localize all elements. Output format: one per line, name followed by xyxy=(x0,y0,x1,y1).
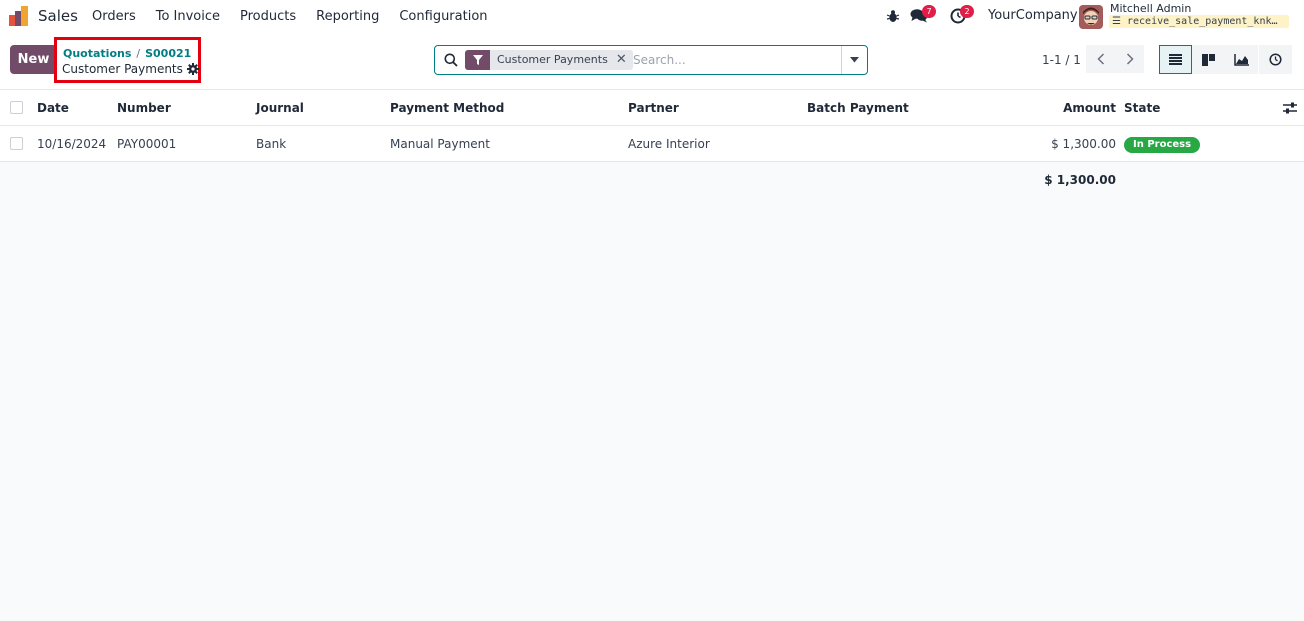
list-view-button[interactable] xyxy=(1159,45,1192,74)
breadcrumb-path: Quotations / S00021 xyxy=(63,47,191,60)
search-input[interactable] xyxy=(633,50,838,70)
facet-text: Customer Payments xyxy=(497,53,608,66)
pager-previous-button[interactable] xyxy=(1086,45,1115,73)
row-checkbox[interactable] xyxy=(10,137,23,150)
breadcrumb-item-order[interactable]: S00021 xyxy=(145,47,191,60)
payments-list: Date Number Journal Payment Method Partn… xyxy=(0,90,1304,196)
cell-payment-method: Manual Payment xyxy=(390,137,490,151)
kanban-view-icon xyxy=(1202,53,1215,66)
app-name[interactable]: Sales xyxy=(38,7,78,25)
filter-icon xyxy=(465,50,490,70)
page-title: Customer Payments xyxy=(62,62,199,76)
user-avatar-icon xyxy=(1079,5,1103,29)
table-row[interactable]: 10/16/2024 PAY00001 Bank Manual Payment … xyxy=(0,126,1304,162)
database-name: ☰ receive_sale_payment_knk… xyxy=(1109,15,1289,28)
menu-item-orders[interactable]: Orders xyxy=(92,9,136,24)
menu-item-reporting[interactable]: Reporting xyxy=(316,9,379,24)
cell-partner: Azure Interior xyxy=(628,137,710,151)
cell-date: 10/16/2024 xyxy=(37,137,107,151)
caret-down-icon xyxy=(850,57,859,63)
page-title-label: Customer Payments xyxy=(62,62,183,76)
column-header-amount[interactable]: Amount xyxy=(1063,90,1116,126)
sales-app-logo-icon[interactable] xyxy=(9,6,31,26)
breadcrumb-separator: / xyxy=(136,47,141,60)
graph-view-button[interactable] xyxy=(1225,45,1258,74)
search-bar: Customer Payments ✕ xyxy=(434,45,868,75)
user-name[interactable]: Mitchell Admin xyxy=(1110,2,1191,15)
main-menu: Orders To Invoice Products Reporting Con… xyxy=(92,0,508,33)
cell-number: PAY00001 xyxy=(117,137,177,151)
cell-journal: Bank xyxy=(256,137,287,151)
menu-item-configuration[interactable]: Configuration xyxy=(399,9,487,24)
top-navbar: Sales Orders To Invoice Products Reporti… xyxy=(0,0,1304,33)
kanban-view-button[interactable] xyxy=(1192,45,1225,74)
column-header-state[interactable]: State xyxy=(1124,90,1160,126)
new-button[interactable]: New xyxy=(10,45,57,74)
breadcrumb: Quotations / S00021 Customer Payments xyxy=(54,37,201,83)
search-options-toggle[interactable] xyxy=(841,46,867,74)
select-all-checkbox[interactable] xyxy=(10,101,23,114)
table-total-row: $ 1,300.00 xyxy=(0,162,1304,196)
column-header-date[interactable]: Date xyxy=(37,90,69,126)
activities-count-badge: 2 xyxy=(960,5,974,18)
control-panel: New Quotations / S00021 Customer Payments xyxy=(0,33,1304,90)
clock-icon xyxy=(1269,53,1282,66)
search-facet: Customer Payments ✕ xyxy=(465,50,633,70)
messages-count-badge: 7 xyxy=(922,5,936,18)
menu-item-products[interactable]: Products xyxy=(240,9,296,24)
table-header-row: Date Number Journal Payment Method Partn… xyxy=(0,90,1304,126)
search-facet-label: Customer Payments ✕ xyxy=(490,50,633,70)
column-header-payment-method[interactable]: Payment Method xyxy=(390,90,504,126)
column-header-journal[interactable]: Journal xyxy=(256,90,304,126)
search-icon[interactable] xyxy=(444,53,458,67)
company-switcher[interactable]: YourCompany xyxy=(988,8,1078,23)
pager-next-button[interactable] xyxy=(1115,45,1144,73)
pager-value[interactable]: 1-1 / 1 xyxy=(1042,53,1081,67)
database-icon: ☰ xyxy=(1112,16,1127,27)
cell-amount: $ 1,300.00 xyxy=(1051,137,1116,151)
chevron-left-icon xyxy=(1096,53,1104,65)
menu-item-to-invoice[interactable]: To Invoice xyxy=(156,9,220,24)
area-chart-icon xyxy=(1234,53,1249,66)
cell-state: In Process xyxy=(1124,126,1201,162)
column-header-number[interactable]: Number xyxy=(117,90,171,126)
user-avatar[interactable] xyxy=(1079,5,1103,29)
gear-icon[interactable] xyxy=(186,63,199,75)
total-amount: $ 1,300.00 xyxy=(1044,173,1116,187)
activity-view-button[interactable] xyxy=(1259,45,1292,74)
debug-bug-icon[interactable] xyxy=(886,9,900,23)
breadcrumb-item-quotations[interactable]: Quotations xyxy=(63,47,131,60)
list-view-icon xyxy=(1169,54,1182,65)
status-badge: In Process xyxy=(1124,136,1201,153)
database-label: receive_sale_payment_knk… xyxy=(1127,16,1278,27)
chevron-right-icon xyxy=(1126,53,1134,65)
column-header-partner[interactable]: Partner xyxy=(628,90,679,126)
facet-remove-icon[interactable]: ✕ xyxy=(616,50,627,70)
optional-columns-settings-icon[interactable] xyxy=(1283,101,1297,115)
column-header-batch-payment[interactable]: Batch Payment xyxy=(807,90,909,126)
